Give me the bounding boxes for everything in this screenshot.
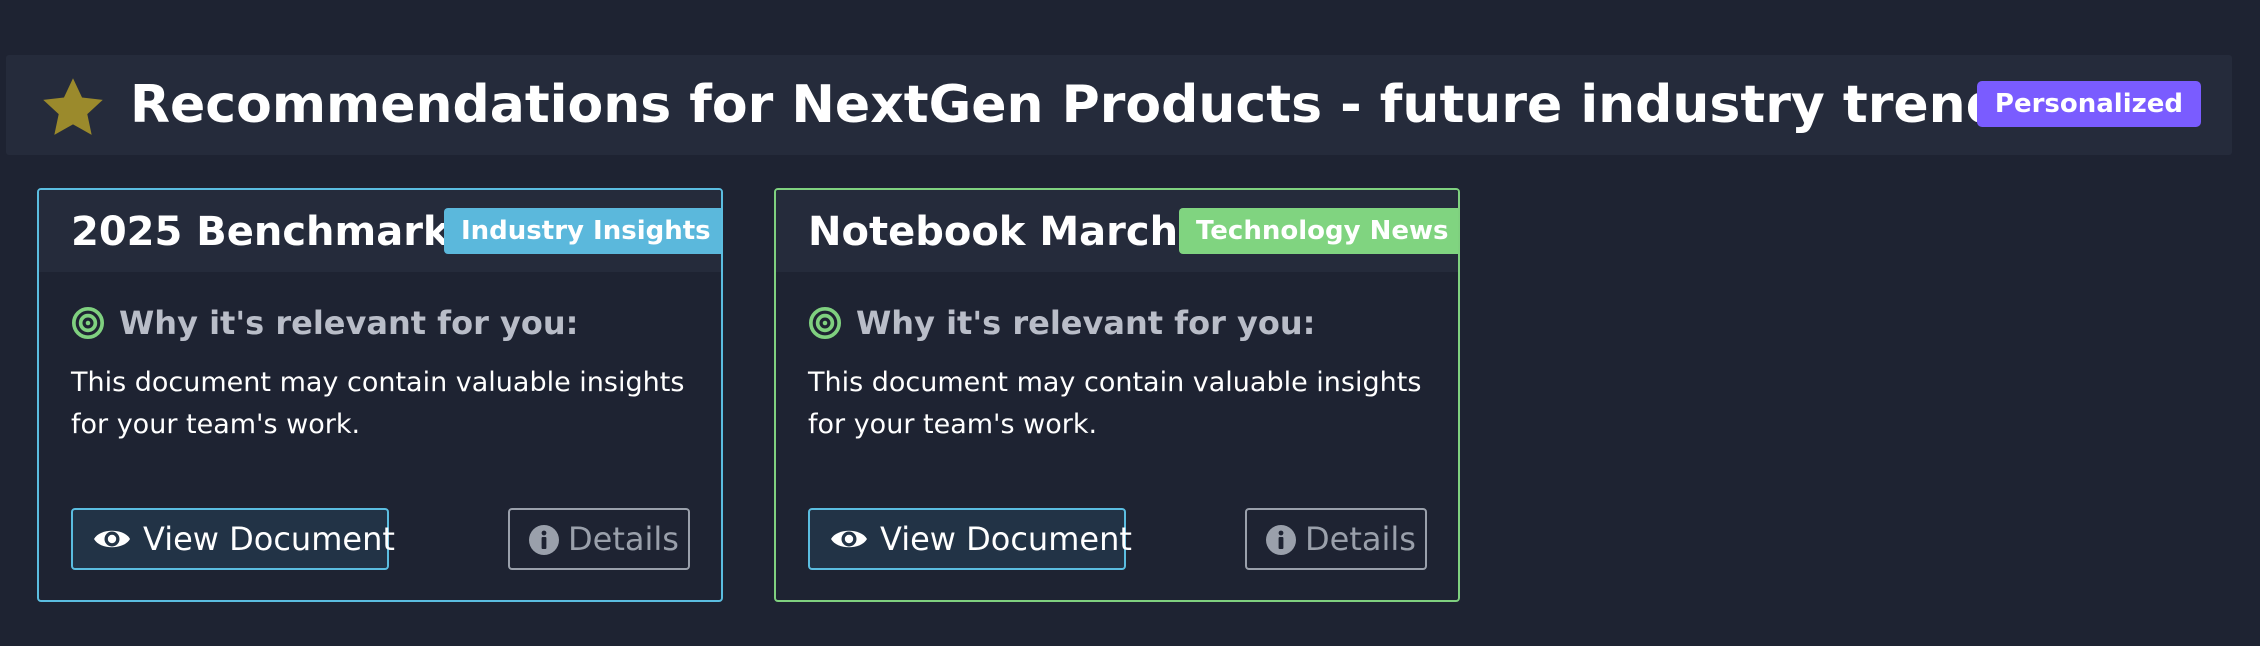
relevance-label: Why it's relevant for you:: [856, 304, 1316, 342]
details-label: Details: [1305, 520, 1416, 558]
view-document-button[interactable]: View Document: [808, 508, 1132, 570]
star-icon: [43, 78, 103, 135]
card-header: Notebook March 25 Technology News: [776, 190, 1458, 272]
recommendations-header: Recommendations for NextGen Products - f…: [6, 55, 2232, 155]
view-document-label: View Document: [143, 520, 395, 558]
category-tag: Industry Insights: [444, 208, 721, 254]
details-label: Details: [568, 520, 679, 558]
target-icon: [808, 306, 842, 340]
relevance-label: Why it's relevant for you:: [119, 304, 579, 342]
eye-icon: [831, 530, 867, 548]
card-header: 2025 Benchmark ... Industry Insights: [39, 190, 721, 272]
view-document-label: View Document: [880, 520, 1132, 558]
info-icon: [529, 525, 559, 555]
details-button[interactable]: Details: [1245, 508, 1427, 570]
eye-icon: [94, 530, 130, 548]
card-description: This document may contain valuable insig…: [808, 367, 1422, 440]
details-button[interactable]: Details: [508, 508, 690, 570]
recommendation-card: Notebook March 25 Technology News Why it…: [774, 188, 1460, 602]
personalized-badge: Personalized: [1976, 81, 2201, 127]
page-title: Recommendations for NextGen Products - f…: [130, 75, 2034, 135]
target-icon: [71, 306, 105, 340]
view-document-button[interactable]: View Document: [71, 508, 395, 570]
card-description: This document may contain valuable insig…: [71, 367, 685, 440]
recommendation-card: 2025 Benchmark ... Industry Insights Why…: [37, 188, 723, 602]
category-tag: Technology News: [1179, 208, 1458, 254]
info-icon: [1266, 525, 1296, 555]
